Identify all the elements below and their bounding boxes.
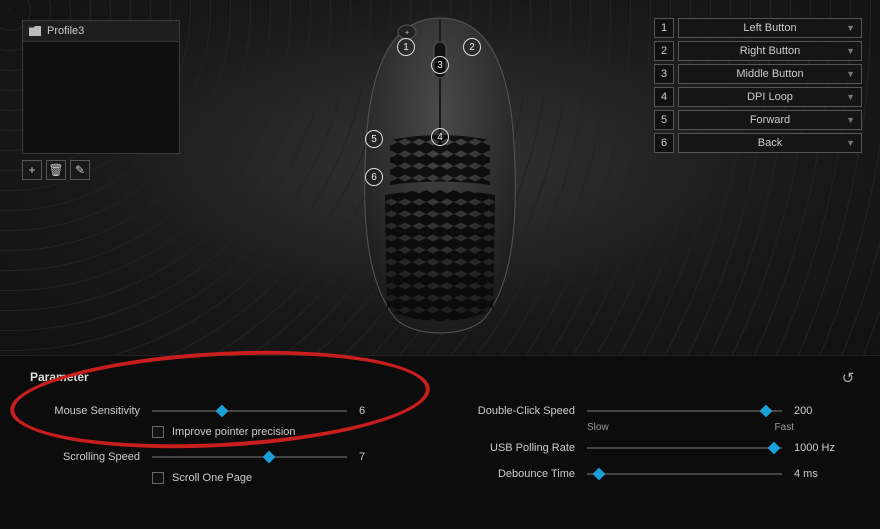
mouse-sensitivity-slider[interactable] <box>152 404 347 418</box>
assign-label: Forward <box>750 114 790 126</box>
profile-list: Profile3 <box>22 20 180 154</box>
callout-1: 1 <box>397 38 415 56</box>
panel-title: Parameter <box>30 370 850 384</box>
mouse-diagram: ✦ 1 2 3 4 5 6 <box>335 10 545 343</box>
assign-select-3[interactable]: Middle Button ▼ <box>678 64 862 84</box>
assign-number: 3 <box>654 64 674 84</box>
param-column-right: Double-Click Speed 200 Slow Fast USB Pol… <box>465 402 850 494</box>
folder-icon <box>29 26 41 36</box>
assign-row: 3 Middle Button ▼ <box>654 64 862 84</box>
edit-profile-button[interactable]: ✎ <box>70 160 90 180</box>
button-assignments: 1 Left Button ▼ 2 Right Button ▼ 3 Middle … <box>654 18 862 156</box>
add-profile-button[interactable]: + <box>22 160 42 180</box>
debounce-value: 4 ms <box>794 468 850 480</box>
reset-button[interactable]: ↺ <box>838 368 858 388</box>
improve-precision-checkbox[interactable] <box>152 426 164 438</box>
double-click-label: Double-Click Speed <box>465 405 575 417</box>
assign-label: Right Button <box>740 45 801 57</box>
polling-rate-slider[interactable] <box>587 441 782 455</box>
callout-2: 2 <box>463 38 481 56</box>
double-click-low: Slow <box>587 422 609 433</box>
double-click-value: 200 <box>794 405 850 417</box>
profile-item[interactable]: Profile3 <box>23 21 179 42</box>
debounce-label: Debounce Time <box>465 468 575 480</box>
scrolling-speed-value: 7 <box>359 451 415 463</box>
assign-number: 4 <box>654 87 674 107</box>
callout-4: 4 <box>431 128 449 146</box>
chevron-down-icon: ▼ <box>846 23 855 33</box>
assign-select-4[interactable]: DPI Loop ▼ <box>678 87 862 107</box>
profile-name: Profile3 <box>47 25 84 37</box>
callout-5: 5 <box>365 130 383 148</box>
improve-precision-label: Improve pointer precision <box>172 426 296 438</box>
scroll-one-page-checkbox[interactable] <box>152 472 164 484</box>
callout-3: 3 <box>431 56 449 74</box>
top-area: Profile3 + 🗑 ✎ ✦ <box>0 0 880 355</box>
debounce-slider[interactable] <box>587 467 782 481</box>
double-click-high: Fast <box>775 422 794 433</box>
svg-text:✦: ✦ <box>404 29 410 37</box>
assign-row: 5 Forward ▼ <box>654 110 862 130</box>
assign-row: 2 Right Button ▼ <box>654 41 862 61</box>
assign-number: 2 <box>654 41 674 61</box>
chevron-down-icon: ▼ <box>846 46 855 56</box>
param-column-left: Mouse Sensitivity 6 Improve pointer prec… <box>30 402 415 494</box>
assign-select-5[interactable]: Forward ▼ <box>678 110 862 130</box>
polling-rate-value: 1000 Hz <box>794 442 850 454</box>
assign-select-6[interactable]: Back ▼ <box>678 133 862 153</box>
assign-number: 6 <box>654 133 674 153</box>
parameter-panel: Parameter ↺ Mouse Sensitivity 6 Improve … <box>0 355 880 529</box>
assign-label: Back <box>758 137 782 149</box>
assign-row: 4 DPI Loop ▼ <box>654 87 862 107</box>
chevron-down-icon: ▼ <box>846 92 855 102</box>
scrolling-speed-label: Scrolling Speed <box>30 451 140 463</box>
assign-row: 6 Back ▼ <box>654 133 862 153</box>
polling-rate-label: USB Polling Rate <box>465 442 575 454</box>
double-click-slider[interactable] <box>587 404 782 418</box>
callout-6: 6 <box>365 168 383 186</box>
delete-profile-button[interactable]: 🗑 <box>46 160 66 180</box>
assign-number: 5 <box>654 110 674 130</box>
assign-label: Middle Button <box>736 68 803 80</box>
chevron-down-icon: ▼ <box>846 138 855 148</box>
assign-number: 1 <box>654 18 674 38</box>
chevron-down-icon: ▼ <box>846 69 855 79</box>
mouse-sensitivity-label: Mouse Sensitivity <box>30 405 140 417</box>
scroll-one-page-label: Scroll One Page <box>172 472 252 484</box>
assign-select-1[interactable]: Left Button ▼ <box>678 18 862 38</box>
profile-tools: + 🗑 ✎ <box>22 160 90 180</box>
assign-label: Left Button <box>743 22 796 34</box>
mouse-sensitivity-value: 6 <box>359 405 415 417</box>
assign-label: DPI Loop <box>747 91 793 103</box>
assign-row: 1 Left Button ▼ <box>654 18 862 38</box>
scrolling-speed-slider[interactable] <box>152 450 347 464</box>
assign-select-2[interactable]: Right Button ▼ <box>678 41 862 61</box>
chevron-down-icon: ▼ <box>846 115 855 125</box>
